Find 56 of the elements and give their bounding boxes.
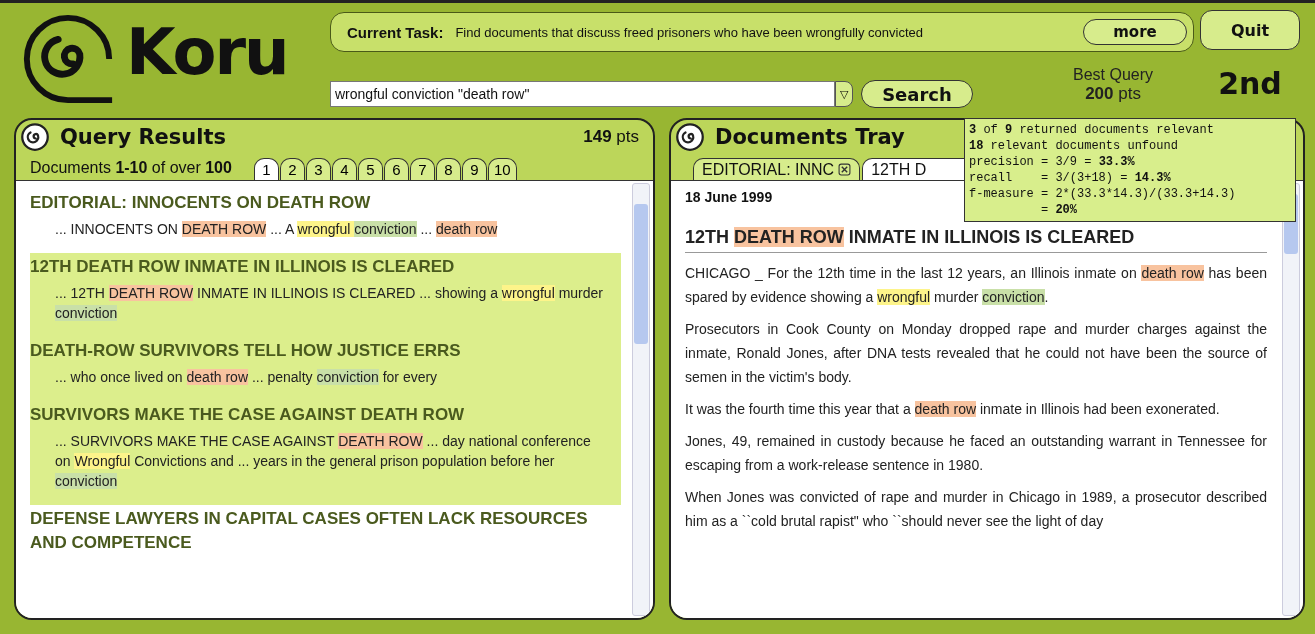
result-title: DEATH-ROW SURVIVORS TELL HOW JUSTICE ERRS: [30, 340, 462, 362]
spiral-icon: [675, 122, 705, 152]
document-paragraph: It was the fourth time this year that a death row inmate in Illinois had been exonerated.: [685, 400, 1221, 419]
page-tab[interactable]: 7: [409, 158, 435, 180]
panel-title: Query Results: [60, 125, 226, 149]
document-paragraph: CHICAGO _ For the 12th time in the last 12 years, an Illinois inmate on death row has been spared by evidence showing a wrongful murder conviction.: [685, 264, 1267, 307]
task-text: Find documents that discuss freed prisoners who have been wrongfully convicted: [455, 24, 924, 40]
more-button[interactable]: more: [1083, 19, 1187, 45]
result-snippet: ... 12TH DEATH ROW INMATE IN ILLINOIS IS CLEARED ... showing a wrongful murder conviction: [54, 284, 604, 323]
best-query-points: 200 pts: [1085, 84, 1141, 104]
dropdown-button[interactable]: ▽: [835, 81, 853, 107]
panel-title: Documents Tray: [715, 125, 905, 149]
result-item[interactable]: 12TH DEATH ROW INMATE IN ILLINOIS IS CLEARED ... 12TH DEATH ROW INMATE IN ILLINOIS IS CLEARED ... showing a wrongful murder conviction: [30, 253, 621, 337]
document-paragraph: Jones, 49, remained in custody because he faced an outstanding warrant in Tennessee for escaping from a work-release sentence in 1980.: [685, 432, 1267, 475]
search-field[interactable]: wrongful conviction "death row": [330, 81, 835, 107]
logo-text: Koru: [126, 15, 288, 89]
result-title: 12TH DEATH ROW INMATE IN ILLINOIS IS CLEARED: [30, 256, 456, 278]
document-tab[interactable]: EDITORIAL: INNC: [693, 158, 861, 180]
result-snippet: ... SURVIVORS MAKE THE CASE AGAINST DEATH ROW ... day national conference on Wrongful Convictions and ... years in the general prison population before her conviction: [54, 432, 592, 491]
rank-text: 2nd: [1218, 66, 1282, 101]
result-title: SURVIVORS MAKE THE CASE AGAINST DEATH ROW: [30, 404, 466, 426]
result-item[interactable]: [30, 401, 621, 505]
document-title: 12TH DEATH ROW INMATE IN ILLINOIS IS CLEARED: [685, 227, 1267, 253]
result-title: EDITORIAL: INNOCENTS ON DEATH ROW: [30, 192, 372, 214]
result-item[interactable]: DEATH-ROW SURVIVORS TELL HOW JUSTICE ERRS ... who once lived on death row ... penalty conviction for every: [30, 337, 621, 401]
scrollbar[interactable]: [1282, 183, 1300, 616]
best-query-label: Best Query: [1073, 66, 1154, 84]
document-date: 18 June 1999: [685, 189, 773, 205]
page-tab[interactable]: 5: [357, 158, 383, 180]
document-paragraph: Prosecutors in Cook County on Monday dropped rape and murder charges against the inmate, Ronald Jones, after DNA tests revealed that he could not have been the source of semen in the victim's body.: [685, 320, 1267, 387]
tooltip-line: 18 relevant documents unfound: [969, 138, 1179, 154]
page-tab[interactable]: 2: [279, 158, 305, 180]
page-tab[interactable]: 8: [435, 158, 461, 180]
results-summary: Documents 1-10 of over 100: [30, 159, 232, 178]
page-tab[interactable]: 4: [331, 158, 357, 180]
result-snippet: ... who once lived on death row ... penalty conviction for every: [54, 368, 439, 387]
tooltip-line: f-measure = 2*(33.3*14.3)/(33.3+14.3): [969, 186, 1237, 202]
search-button[interactable]: Search: [861, 80, 973, 108]
page-tab[interactable]: 10: [487, 158, 517, 180]
spiral-icon: [20, 122, 50, 152]
scrollbar[interactable]: [632, 183, 650, 616]
close-icon[interactable]: [838, 163, 852, 176]
page-tab[interactable]: 6: [383, 158, 409, 180]
page-tab[interactable]: 1: [253, 158, 279, 180]
result-item[interactable]: EDITORIAL: INNOCENTS ON DEATH ROW ... INNOCENTS ON DEATH ROW ... A wrongful conviction ... death row: [30, 189, 621, 253]
result-snippet: ... INNOCENTS ON DEATH ROW ... A wrongful conviction ... death row: [54, 220, 499, 239]
document-paragraph: When Jones was convicted of rape and murder in Chicago in 1989, a prosecutor described him as a ``cold brutal rapist" who ``should never see the light of day: [685, 488, 1267, 531]
page-tab[interactable]: 3: [305, 158, 331, 180]
points-text: 149 pts: [583, 127, 639, 147]
tooltip-line: 3 of 9 returned documents relevant: [969, 122, 1215, 138]
result-title: DEFENSE LAWYERS IN CAPITAL CASES OFTEN LACK RESOURCES AND COMPETENCE: [30, 508, 589, 554]
tooltip-line: = 20%: [1040, 202, 1079, 218]
task-label: Current Task:: [347, 23, 444, 41]
result-item[interactable]: DEFENSE LAWYERS IN CAPITAL CASES OFTEN LACK RESOURCES AND COMPETENCE: [30, 505, 621, 565]
page-tab[interactable]: 9: [461, 158, 487, 180]
quit-button[interactable]: Quit: [1200, 10, 1300, 50]
